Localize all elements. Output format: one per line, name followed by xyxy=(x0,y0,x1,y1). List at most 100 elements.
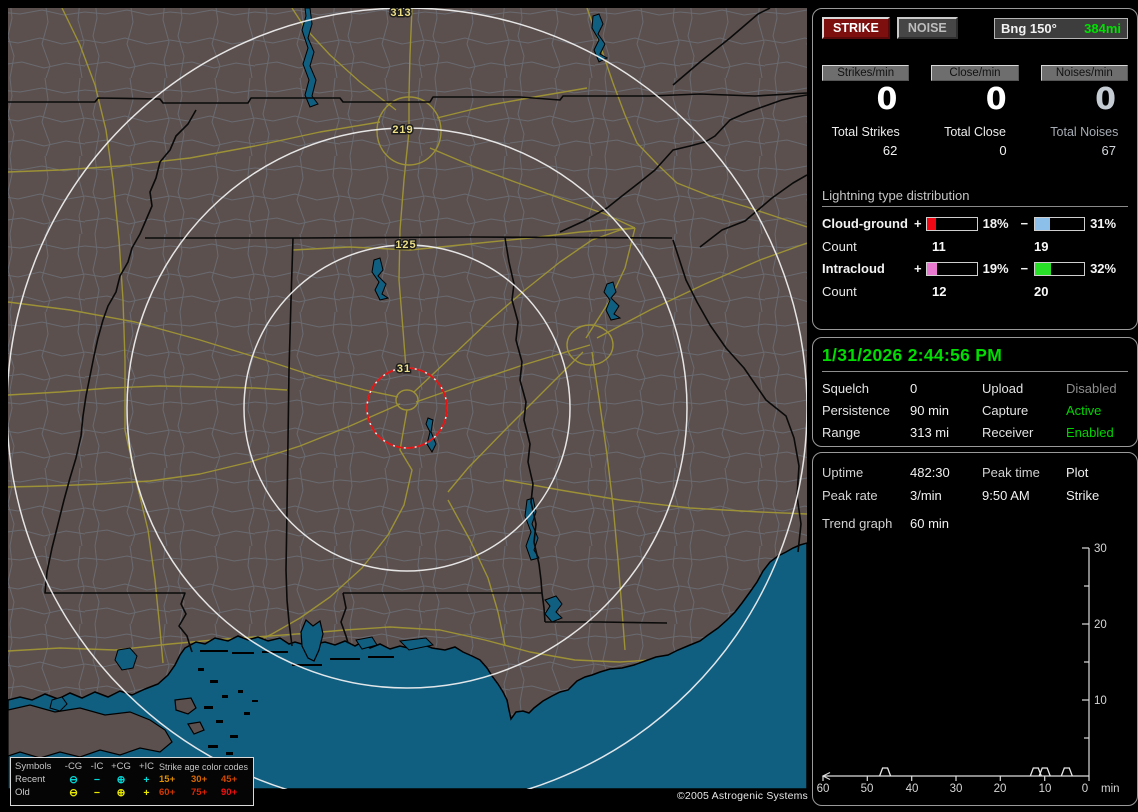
pos-cg-old-icon: ⊕ xyxy=(116,786,126,799)
total-close-label: Total Close xyxy=(944,125,1006,139)
strikes-counter: Strikes/min 0 Total Strikes 62 xyxy=(822,65,910,158)
count-label: Count xyxy=(822,284,857,299)
total-noises-value: 67 xyxy=(1101,143,1116,158)
peak-time-label: Peak time xyxy=(982,465,1040,480)
neg-cg-old-icon: ⊖ xyxy=(69,786,78,799)
range-value: 313 mi xyxy=(910,425,950,440)
cg-plus-pct: 18% xyxy=(982,216,1009,231)
peak-rate-label: Peak rate xyxy=(822,488,878,503)
peak-rate-value: 3/min xyxy=(910,488,942,503)
squelch-value: 0 xyxy=(910,381,918,396)
intracloud-count-row: Count 12 20 xyxy=(822,284,1128,299)
trend-graph-value: 60 min xyxy=(910,516,950,531)
cg-minus-count: 19 xyxy=(1034,239,1049,254)
ic-minus-count: 20 xyxy=(1034,284,1049,299)
minus-sign: − xyxy=(1020,216,1029,231)
legend-col-pcg: +CG xyxy=(111,761,131,772)
capture-label: Capture xyxy=(982,403,1029,418)
plus-sign: + xyxy=(913,261,922,276)
noises-counter: Noises/min 0 Total Noises 67 xyxy=(1040,65,1128,158)
x-tick-10: 10 xyxy=(1039,783,1052,795)
plus-sign: + xyxy=(913,216,922,231)
total-strikes-label: Total Strikes xyxy=(831,125,900,139)
y-tick-30: 30 xyxy=(1094,543,1107,555)
status-column: STRIKE NOISE Bng 150° 384mi Strikes/min … xyxy=(812,0,1138,812)
legend-col-pic: +IC xyxy=(138,761,155,772)
receiver-value: Enabled xyxy=(1066,425,1114,440)
y-tick-20: 20 xyxy=(1094,619,1107,631)
close-per-min-value: 0 xyxy=(985,82,1007,117)
bearing-readout: Bng 150° 384mi xyxy=(994,17,1128,39)
cloud-ground-count-row: Count 11 19 xyxy=(822,239,1128,254)
ic-minus-pct: 32% xyxy=(1090,261,1117,276)
persistence-value: 90 min xyxy=(910,403,950,418)
total-strikes-value: 62 xyxy=(882,143,898,158)
upload-label: Upload xyxy=(982,381,1024,396)
pos-ic-old-icon: + xyxy=(143,786,150,799)
bearing-distance: 384mi xyxy=(1084,20,1121,36)
cloud-ground-row: Cloud-ground + 18% − 31% xyxy=(822,215,1128,232)
close-counter: Close/min 0 Total Close 0 xyxy=(931,65,1019,158)
trend-peaks xyxy=(878,767,1073,777)
uptime-value: 482:30 xyxy=(910,465,950,480)
intracloud-label: Intracloud xyxy=(822,261,885,276)
age-30: 30+ xyxy=(191,774,208,785)
squelch-label: Squelch xyxy=(822,381,869,396)
noise-mode-button[interactable]: NOISE xyxy=(896,17,958,39)
ring-label-219: 219 xyxy=(392,124,413,136)
age-90: 90+ xyxy=(221,786,238,798)
strikes-per-min-badge: Strikes/min xyxy=(822,65,910,81)
ring-label-31: 31 xyxy=(397,363,411,375)
age-75: 75+ xyxy=(191,786,208,798)
plot-mode-value: Strike xyxy=(1066,488,1100,503)
legend-symbols-header: Symbols xyxy=(15,761,52,772)
lightning-detector-app: 31 125 219 313 Symbols -CG -IC +CG +IC S… xyxy=(0,0,1138,812)
strike-mode-button[interactable]: STRIKE xyxy=(822,17,890,39)
distribution-title: Lightning type distribution xyxy=(822,188,970,203)
x-tick-60: 60 xyxy=(817,783,830,795)
uptime-label: Uptime xyxy=(822,465,864,480)
legend-col-ncg: -CG xyxy=(64,761,83,772)
session-trend-panel: Uptime 482:30 Peak time Plot Peak rate 3… xyxy=(812,452,1138,806)
map-canvas: 31 125 219 313 xyxy=(8,8,807,789)
range-label: Range xyxy=(822,425,861,440)
capture-value: Active xyxy=(1066,403,1102,418)
persistence-label: Persistence xyxy=(822,403,890,418)
cg-plus-count: 11 xyxy=(932,239,946,254)
ic-minus-bar xyxy=(1033,261,1086,276)
current-datetime: 1/31/2026 2:44:56 PM xyxy=(822,345,1003,365)
strike-map[interactable]: 31 125 219 313 xyxy=(8,8,807,789)
legend-row-recent-label: Recent xyxy=(15,774,46,785)
legend-col-nic: -IC xyxy=(90,761,104,772)
peak-time-value: 9:50 AM xyxy=(982,488,1030,503)
x-tick-20: 20 xyxy=(994,783,1007,795)
age-45: 45+ xyxy=(221,774,238,785)
ic-plus-bar xyxy=(926,261,978,276)
strike-stats-panel: STRIKE NOISE Bng 150° 384mi Strikes/min … xyxy=(812,8,1138,330)
strike-rate-trend-chart: 60 50 40 30 20 10 0 min 30 20 10 xyxy=(817,543,1120,795)
ic-plus-pct: 19% xyxy=(982,261,1009,276)
close-per-min-badge: Close/min xyxy=(931,65,1019,81)
noises-per-min-value: 0 xyxy=(1095,82,1116,117)
symbol-legend: Symbols -CG -IC +CG +IC Strike age color… xyxy=(10,757,254,806)
x-tick-30: 30 xyxy=(950,783,963,795)
trend-graph-label: Trend graph xyxy=(822,516,893,531)
x-axis-unit: min xyxy=(1101,783,1120,795)
neg-cg-recent-icon: ⊖ xyxy=(69,774,78,786)
copyright-text: ©2005 Astrogenic Systems xyxy=(676,790,808,802)
minus-sign: − xyxy=(1020,261,1029,276)
pos-ic-recent-icon: + xyxy=(143,774,150,786)
total-close-value: 0 xyxy=(999,143,1007,158)
bearing-label: Bng 150° xyxy=(1001,20,1057,36)
noises-per-min-badge: Noises/min xyxy=(1040,65,1128,81)
x-tick-50: 50 xyxy=(861,783,874,795)
cg-minus-pct: 31% xyxy=(1090,216,1117,231)
count-label: Count xyxy=(822,239,857,254)
plot-mode-label: Plot xyxy=(1066,465,1089,480)
neg-ic-recent-icon: − xyxy=(93,774,101,786)
neg-ic-old-icon: − xyxy=(93,786,101,799)
y-tick-10: 10 xyxy=(1094,695,1107,707)
upload-value: Disabled xyxy=(1066,381,1117,396)
age-15: 15+ xyxy=(159,774,176,785)
strikes-per-min-value: 0 xyxy=(876,82,898,117)
